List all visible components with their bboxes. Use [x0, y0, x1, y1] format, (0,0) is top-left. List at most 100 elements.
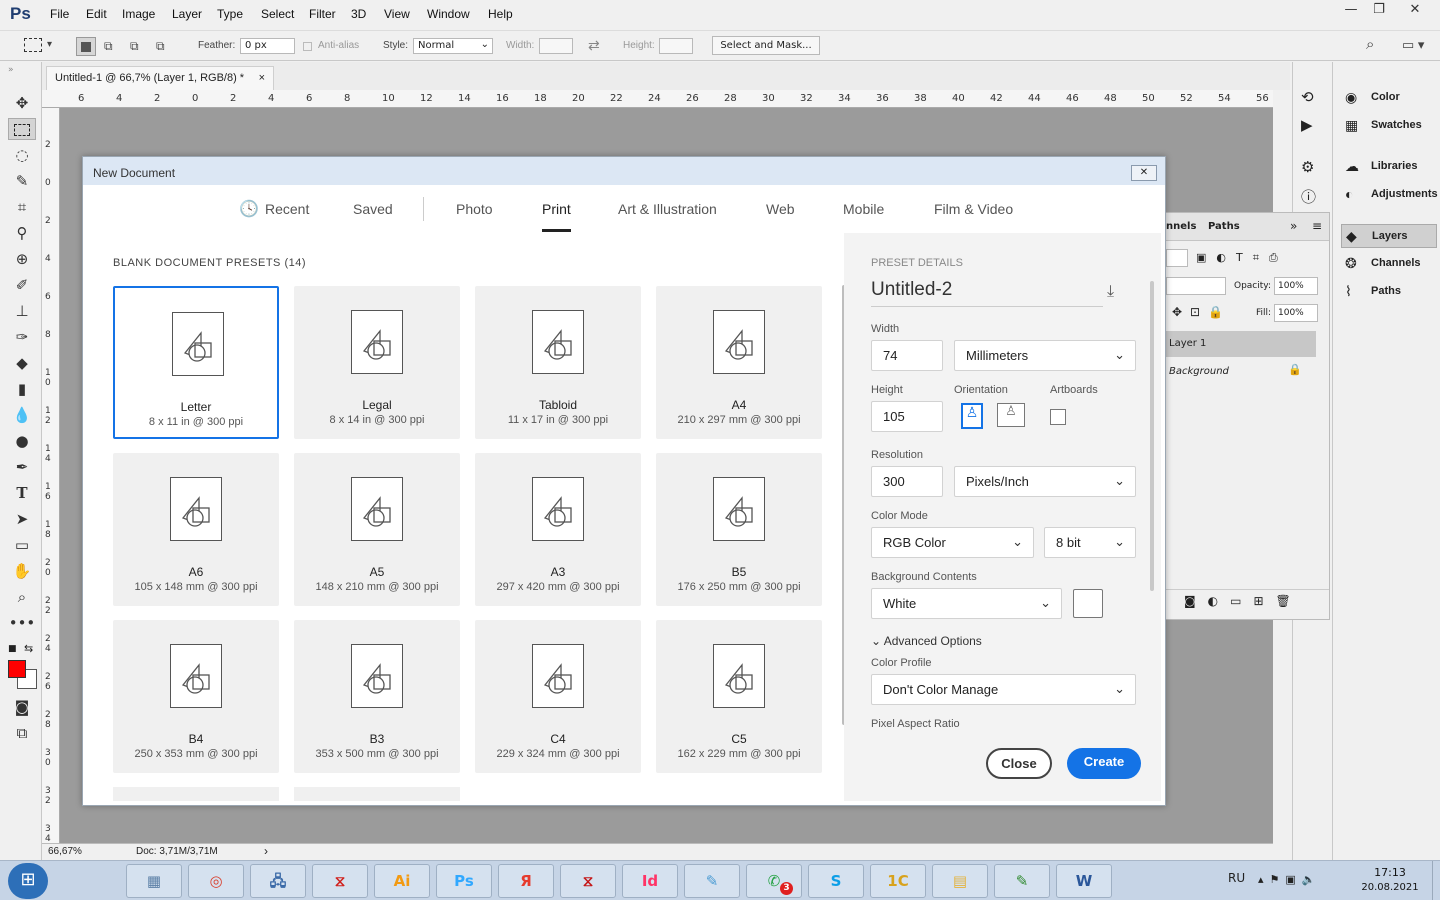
panel-layers[interactable]: ◆ Layers — [1341, 224, 1437, 248]
tab-mobile[interactable]: Mobile — [843, 201, 884, 217]
height-input[interactable] — [659, 38, 693, 54]
portrait-orientation-icon[interactable]: ♙ — [961, 403, 983, 429]
default-colors-icon[interactable]: ■ — [8, 644, 17, 654]
dialog-close-button[interactable]: ✕ — [1131, 165, 1157, 181]
close-window-button[interactable]: ✕ — [1400, 0, 1430, 22]
tab-web[interactable]: Web — [766, 201, 795, 217]
close-button[interactable]: Close — [986, 748, 1052, 779]
panel-swatches[interactable]: ▦ Swatches — [1341, 114, 1437, 138]
layer-row-layer1[interactable]: Layer 1 — [1166, 331, 1316, 357]
taskbar-app-acrobat-dc[interactable]: ⧖ — [560, 864, 616, 898]
filter-select[interactable] — [1166, 249, 1188, 267]
rectangular-marquee-icon[interactable] — [8, 118, 36, 140]
add-selection-icon[interactable]: ⧉ — [104, 39, 113, 54]
tab-saved[interactable]: Saved — [353, 201, 393, 217]
save-preset-icon[interactable]: ⤓ — [1107, 281, 1114, 301]
color-mode-select[interactable]: RGB Color ⌄ — [871, 527, 1034, 558]
dodge-icon[interactable]: ● — [8, 430, 36, 452]
tab-art-illustration[interactable]: Art & Illustration — [618, 201, 717, 217]
menu-file[interactable]: File — [50, 7, 69, 21]
preset-card[interactable]: Letter 8 x 11 in @ 300 ppi — [113, 286, 279, 439]
search-icon[interactable]: ⌕ — [1366, 36, 1374, 53]
artboards-checkbox[interactable] — [1050, 409, 1066, 425]
close-tab-icon[interactable]: × — [259, 72, 265, 84]
move-tool-icon[interactable]: ✥ — [8, 92, 36, 114]
presets-scrollbar[interactable] — [842, 285, 844, 725]
document-name-input[interactable]: Untitled-2 — [871, 279, 1103, 307]
menu-3d[interactable]: 3D — [351, 7, 366, 21]
width-unit-select[interactable]: Millimeters ⌄ — [954, 340, 1136, 371]
panel-channels[interactable]: ❂ Channels — [1341, 252, 1437, 276]
chevron-down-icon[interactable]: ▾ — [47, 39, 52, 50]
taskbar-app-yandex[interactable]: Я — [498, 864, 554, 898]
menu-filter[interactable]: Filter — [309, 7, 336, 21]
taskbar-app-calculator[interactable]: ▦ — [126, 864, 182, 898]
show-desktop-button[interactable] — [1432, 861, 1440, 900]
width-input[interactable]: 74 — [871, 340, 943, 371]
quick-selection-icon[interactable]: ✎ — [8, 170, 36, 192]
panel-adjustments[interactable]: ◐ Adjustments — [1341, 183, 1438, 207]
taskbar-app-notepad[interactable]: ✎ — [684, 864, 740, 898]
tab-film-video[interactable]: Film & Video — [934, 201, 1013, 217]
tab-channels[interactable]: nnels — [1166, 221, 1196, 232]
taskbar-app-chrome[interactable]: ◎ — [188, 864, 244, 898]
preset-card[interactable]: B5 176 x 250 mm @ 300 ppi — [656, 453, 822, 606]
expand-icon[interactable]: » — [1290, 219, 1297, 233]
rectangle-icon[interactable]: ▭ — [8, 534, 36, 556]
menu-view[interactable]: View — [384, 7, 410, 21]
swap-icon[interactable]: ⇄ — [588, 37, 600, 54]
panel-color[interactable]: ◉ Color — [1341, 86, 1437, 110]
hand-icon[interactable]: ✋ — [8, 560, 36, 582]
bit-depth-select[interactable]: 8 bit ⌄ — [1044, 527, 1136, 558]
gradient-icon[interactable]: ▮ — [8, 378, 36, 400]
path-selection-icon[interactable]: ➤ — [8, 508, 36, 530]
preset-card[interactable]: Tabloid 11 x 17 in @ 300 ppi — [475, 286, 641, 439]
taskbar-app-illustrator[interactable]: Ai — [374, 864, 430, 898]
taskbar-app-whatsapp[interactable]: ✆ 3 — [746, 864, 802, 898]
layer-actions-bar[interactable]: ◙◐▭⊞🗑 — [1166, 589, 1329, 613]
zoom-icon[interactable]: ⌕ — [8, 586, 36, 608]
pen-icon[interactable]: ✒ — [8, 456, 36, 478]
restore-button[interactable]: ❐ — [1364, 0, 1394, 22]
workspace-icon[interactable]: ▭ ▾ — [1402, 37, 1424, 53]
preset-card[interactable]: A3 297 x 420 mm @ 300 ppi — [475, 453, 641, 606]
preset-card[interactable]: A5 148 x 210 mm @ 300 ppi — [294, 453, 460, 606]
tab-recent[interactable]: Recent — [265, 201, 309, 217]
menu-edit[interactable]: Edit — [86, 7, 107, 21]
tab-photo[interactable]: Photo — [456, 201, 493, 217]
preset-card[interactable]: C5 162 x 229 mm @ 300 ppi — [656, 620, 822, 773]
background-contents-select[interactable]: White ⌄ — [871, 588, 1062, 619]
healing-brush-icon[interactable]: ⊕ — [8, 248, 36, 270]
clone-stamp-icon[interactable]: ⊥ — [8, 300, 36, 322]
clock-time[interactable]: 17:13 — [1360, 866, 1420, 879]
menu-image[interactable]: Image — [122, 7, 155, 21]
style-select[interactable]: Normal ⌄ — [413, 38, 493, 54]
minimize-button[interactable]: — — [1336, 0, 1366, 22]
history-brush-icon[interactable]: ✑ — [8, 326, 36, 348]
preset-card[interactable]: C4 229 x 324 mm @ 300 ppi — [475, 620, 641, 773]
language-indicator[interactable]: RU — [1228, 871, 1245, 885]
preset-card[interactable]: A6 105 x 148 mm @ 300 ppi — [113, 453, 279, 606]
height-input[interactable]: 105 — [871, 401, 943, 432]
resolution-unit-select[interactable]: Pixels/Inch ⌄ — [954, 466, 1136, 497]
details-scrollbar[interactable] — [1150, 281, 1154, 591]
advanced-options-toggle[interactable]: ⌄ Advanced Options — [871, 634, 982, 648]
menu-type[interactable]: Type — [217, 7, 243, 21]
width-input[interactable] — [539, 38, 573, 54]
panel-menu-icon[interactable]: ≡ — [1312, 219, 1322, 233]
menu-select[interactable]: Select — [261, 7, 294, 21]
lock-icons[interactable]: ✥⊡🔒 — [1172, 305, 1231, 319]
color-profile-select[interactable]: Don't Color Manage ⌄ — [871, 674, 1136, 705]
fill-input[interactable]: 100% — [1274, 304, 1318, 322]
preset-card[interactable]: B4 250 x 353 mm @ 300 ppi — [113, 620, 279, 773]
start-button[interactable]: ⊞ — [8, 863, 48, 899]
tab-paths[interactable]: Paths — [1208, 221, 1240, 232]
tray-icons[interactable]: ▴⚑▣🔈 — [1258, 873, 1321, 886]
select-and-mask-button[interactable]: Select and Mask... — [712, 36, 820, 55]
taskbar-app-ccleaner[interactable]: ✎ — [994, 864, 1050, 898]
panel-libraries[interactable]: ☁ Libraries — [1341, 155, 1437, 179]
marquee-tool-icon[interactable] — [24, 38, 42, 52]
new-selection-icon[interactable] — [76, 37, 96, 56]
subtract-selection-icon[interactable]: ⧉ — [130, 39, 139, 54]
filter-icons[interactable]: ▣◐T⌗⎙ — [1196, 251, 1288, 265]
